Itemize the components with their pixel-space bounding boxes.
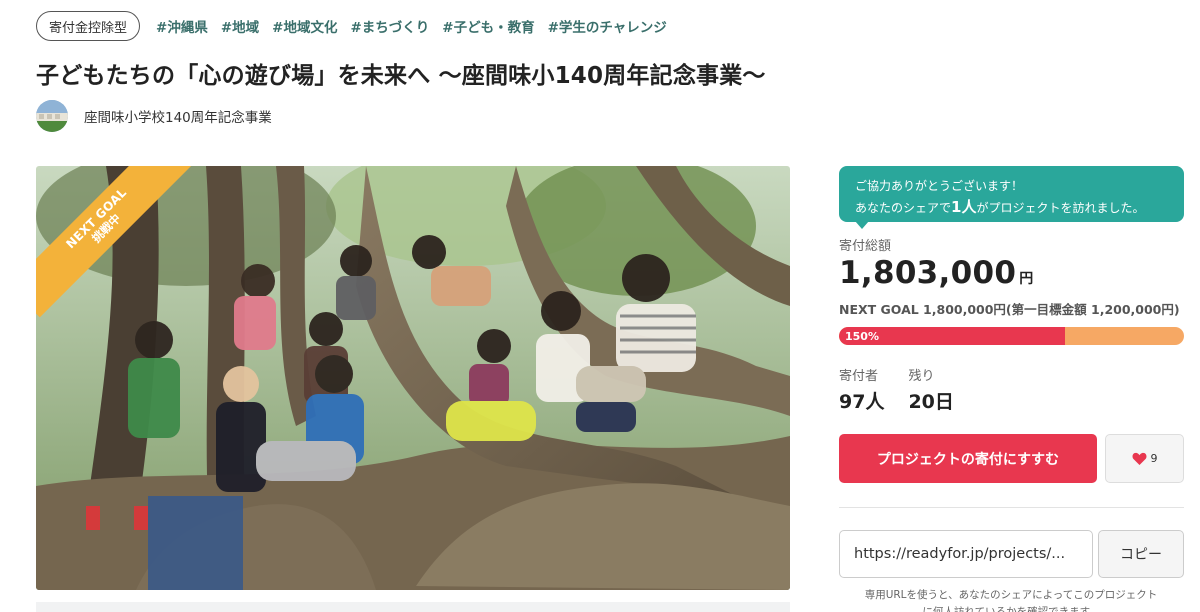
remaining-value: 20日 <box>908 391 954 413</box>
favorite-count: 9 <box>1150 452 1158 465</box>
progress-fill: 150% <box>839 327 1065 345</box>
donors-value: 97人 <box>839 391 885 413</box>
thanks-line2: あなたのシェアで1人がプロジェクトを訪れました。 <box>855 196 1168 219</box>
funding-sidebar: ご協力ありがとうございます！ あなたのシェアで1人がプロジェクトを訪れました。 … <box>839 166 1184 612</box>
copy-button[interactable]: コピー <box>1098 530 1184 578</box>
progress-bar: 150% <box>839 327 1184 345</box>
donors-stat: 寄付者 97人 <box>839 365 884 414</box>
tag-bar: 寄付金控除型 #沖縄県 #地域 #地域文化 #まちづくり #子ども・教育 #学生… <box>36 11 680 41</box>
hashtag-children-education[interactable]: #子ども・教育 <box>442 16 534 36</box>
hashtag-region[interactable]: #地域 <box>221 16 259 36</box>
project-owner[interactable]: 座間味小学校140周年記念事業 <box>36 100 272 132</box>
progress-label: 150% <box>845 329 879 343</box>
support-button[interactable]: プロジェクトの寄付にすすむ <box>839 434 1097 483</box>
total-amount: 1,803,000 円 <box>839 255 1033 291</box>
thanks-pre: あなたのシェアで <box>855 200 952 215</box>
hashtag-town-development[interactable]: #まちづくり <box>350 16 429 36</box>
hero-photo-illustration <box>36 166 790 590</box>
amount-label: 寄付総額 <box>839 239 892 254</box>
amount-unit: 円 <box>1019 271 1034 287</box>
thanks-count: 1人 <box>951 197 977 216</box>
divider <box>839 507 1184 508</box>
project-title: 子どもたちの「心の遊び場」を未来へ 〜座間味小140周年記念事業〜 <box>36 63 766 89</box>
share-url-field[interactable]: https://readyfor.jp/projects/... <box>839 530 1093 578</box>
donors-label: 寄付者 <box>839 369 879 384</box>
owner-name[interactable]: 座間味小学校140周年記念事業 <box>84 106 272 126</box>
owner-avatar <box>36 100 68 132</box>
content-panel-edge <box>36 602 790 612</box>
amount-value: 1,803,000 <box>839 255 1017 291</box>
remaining-label: 残り <box>908 369 935 384</box>
next-goal-text: NEXT GOAL 1,800,000円(第一目標金額 1,200,000円) <box>839 302 1180 317</box>
stats-row: 寄付者 97人 残り 20日 <box>839 365 978 414</box>
hashtag-student-challenge[interactable]: #学生のチャレンジ <box>548 16 667 36</box>
thanks-post: がプロジェクトを訪れました。 <box>976 200 1145 215</box>
tax-deduction-badge[interactable]: 寄付金控除型 <box>36 11 141 41</box>
hashtag-okinawa[interactable]: #沖縄県 <box>156 16 208 36</box>
favorite-button[interactable]: 9 <box>1105 434 1184 483</box>
hashtag-regional-culture[interactable]: #地域文化 <box>272 16 337 36</box>
remaining-stat: 残り 20日 <box>908 365 953 414</box>
share-thanks-message: ご協力ありがとうございます！ あなたのシェアで1人がプロジェクトを訪れました。 <box>839 166 1184 229</box>
hero-image: NEXT GOAL 挑戦中 <box>36 166 790 590</box>
thanks-line1: ご協力ありがとうございます！ <box>855 179 1024 193</box>
heart-icon <box>1132 452 1146 465</box>
share-url-note: 専用URLを使うと、あなたのシェアによってこのプロジェクトに何人訪れているかを確… <box>864 589 1158 612</box>
